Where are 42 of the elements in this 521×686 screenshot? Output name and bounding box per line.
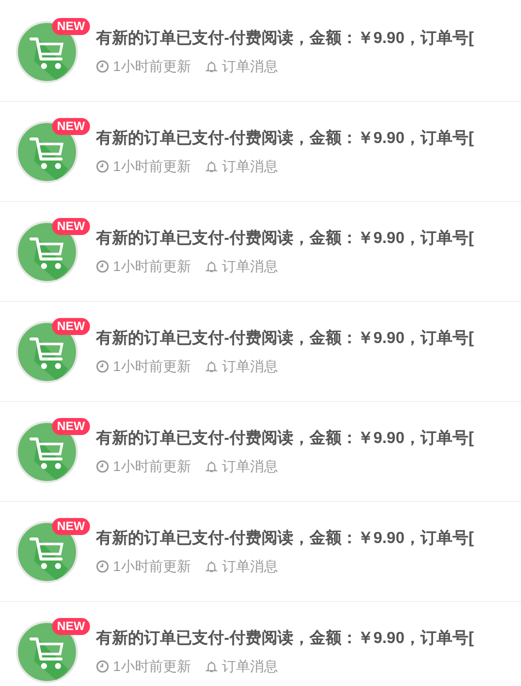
clock-icon bbox=[96, 60, 109, 73]
bell-icon bbox=[204, 560, 218, 573]
bell-icon bbox=[204, 460, 218, 473]
update-time: 1小时前更新 bbox=[113, 658, 191, 676]
clock-icon bbox=[96, 360, 109, 373]
clock-icon bbox=[96, 460, 109, 473]
bell-icon bbox=[204, 360, 218, 373]
notification-category: 订单消息 bbox=[222, 458, 278, 476]
clock-icon bbox=[96, 660, 109, 673]
new-badge: NEW bbox=[52, 118, 90, 134]
bell-icon bbox=[204, 60, 218, 73]
update-time: 1小时前更新 bbox=[113, 158, 191, 176]
bell-icon bbox=[204, 660, 218, 673]
new-badge: NEW bbox=[52, 318, 90, 334]
notification-title[interactable]: 有新的订单已支付-付费阅读，金额：￥9.90，订单号[ bbox=[96, 528, 474, 548]
notification-category: 订单消息 bbox=[222, 358, 278, 376]
notification-title[interactable]: 有新的订单已支付-付费阅读，金额：￥9.90，订单号[ bbox=[96, 228, 474, 248]
notification-category: 订单消息 bbox=[222, 58, 278, 76]
notification-title[interactable]: 有新的订单已支付-付费阅读，金额：￥9.90，订单号[ bbox=[96, 128, 474, 148]
bell-icon bbox=[204, 160, 218, 173]
clock-icon bbox=[96, 160, 109, 173]
clock-icon bbox=[96, 260, 109, 273]
notification-category: 订单消息 bbox=[222, 258, 278, 276]
new-badge: NEW bbox=[52, 518, 90, 534]
update-time: 1小时前更新 bbox=[113, 458, 191, 476]
update-time: 1小时前更新 bbox=[113, 558, 191, 576]
notification-category: 订单消息 bbox=[222, 158, 278, 176]
notification-title[interactable]: 有新的订单已支付-付费阅读，金额：￥9.90，订单号[ bbox=[96, 328, 474, 348]
notification-title[interactable]: 有新的订单已支付-付费阅读，金额：￥9.90，订单号[ bbox=[96, 428, 474, 448]
update-time: 1小时前更新 bbox=[113, 358, 191, 376]
notification-title[interactable]: 有新的订单已支付-付费阅读，金额：￥9.90，订单号[ bbox=[96, 628, 474, 648]
notification-category: 订单消息 bbox=[222, 658, 278, 676]
new-badge: NEW bbox=[52, 18, 90, 34]
update-time: 1小时前更新 bbox=[113, 258, 191, 276]
bell-icon bbox=[204, 260, 218, 273]
notification-category: 订单消息 bbox=[222, 558, 278, 576]
new-badge: NEW bbox=[52, 218, 90, 234]
new-badge: NEW bbox=[52, 618, 90, 634]
new-badge: NEW bbox=[52, 418, 90, 434]
update-time: 1小时前更新 bbox=[113, 58, 191, 76]
notification-title[interactable]: 有新的订单已支付-付费阅读，金额：￥9.90，订单号[ bbox=[96, 28, 474, 48]
clock-icon bbox=[96, 560, 109, 573]
